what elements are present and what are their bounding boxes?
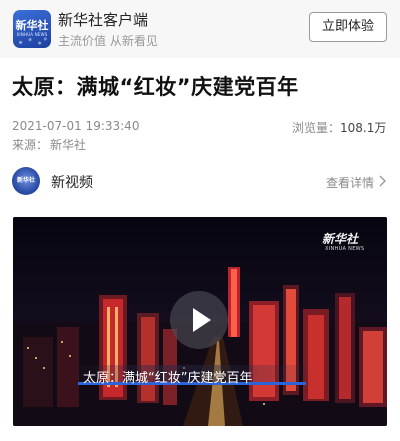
view-details-link[interactable]: 查看详情: [326, 174, 374, 191]
logo-text: 新华社: [15, 19, 49, 32]
article-title: 太原：满城“红妆”庆建党百年: [12, 75, 299, 99]
try-now-button[interactable]: 立即体验: [309, 12, 387, 42]
app-slogan: 主流价值 从新看见: [58, 34, 158, 48]
app-name: 新华社客户端: [58, 11, 149, 29]
video-watermark-sub: XINHUA NEWS: [325, 246, 365, 252]
views-label: 浏览量：: [292, 121, 341, 135]
views-count: 108.1万: [340, 121, 387, 135]
play-button[interactable]: [170, 291, 228, 349]
video-player[interactable]: 新华社 XINHUA NEWS 太原：满城“红妆”庆建党百年: [13, 217, 387, 426]
chevron-right-icon[interactable]: [377, 174, 387, 188]
source-name: 新华社: [50, 138, 87, 152]
logo-globe-dots: [13, 34, 51, 48]
video-subtitle: 太原：满城“红妆”庆建党百年: [83, 371, 253, 386]
avatar-text: 新华社: [16, 177, 35, 184]
xinhua-app-logo: 新华社 XINHUA NEWS: [13, 10, 51, 48]
channel-name[interactable]: 新视频: [51, 172, 93, 192]
publish-time: 2021-07-01 19:33:40: [12, 119, 140, 133]
source-label: 来源：: [12, 138, 49, 152]
channel-avatar[interactable]: 新华社: [12, 167, 40, 195]
video-watermark: 新华社: [322, 232, 359, 246]
play-icon: [193, 308, 211, 332]
app-download-banner: 新华社 XINHUA NEWS 新华社客户端 主流价值 从新看见 立即体验: [0, 0, 400, 58]
